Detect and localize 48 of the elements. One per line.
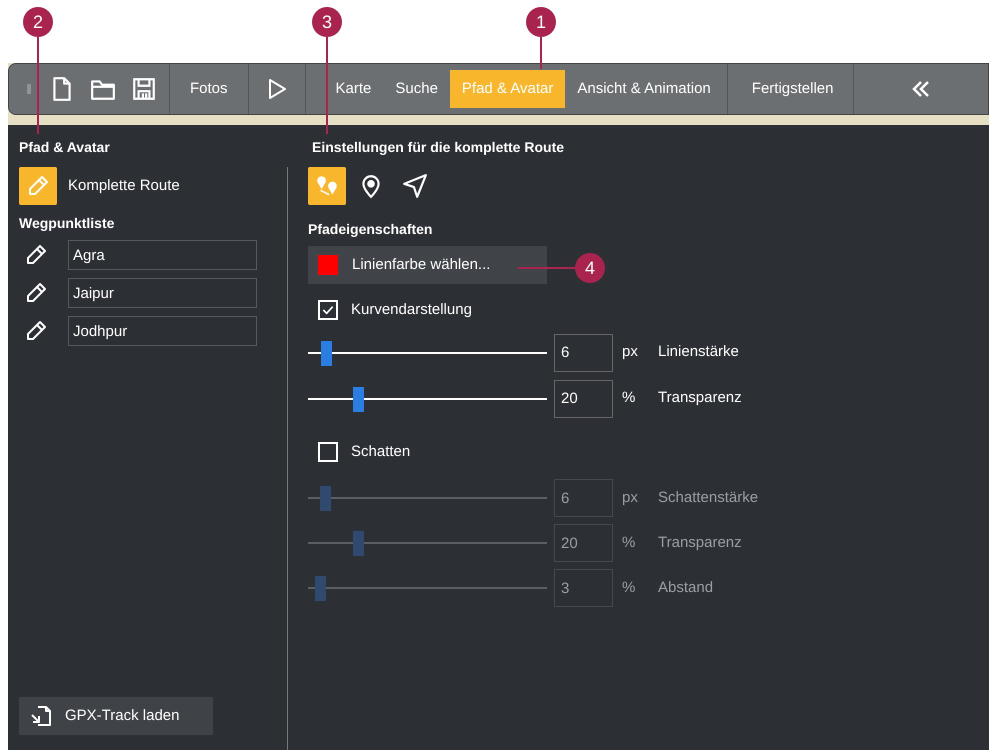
unit-label: %	[621, 578, 636, 598]
slider-label: Linienstärke	[658, 342, 739, 362]
save-icon[interactable]	[131, 76, 157, 102]
import-file-icon	[29, 704, 53, 728]
toolbar-tab[interactable]: Suche	[383, 70, 450, 108]
callout-marker: 2	[23, 7, 53, 37]
waypoint-field[interactable]: Agra	[68, 240, 257, 270]
leader-line	[540, 37, 542, 69]
leader-line	[518, 267, 575, 269]
waypoint-field[interactable]: Jaipur	[68, 278, 257, 308]
section-heading: Wegpunktliste	[19, 214, 116, 233]
checkbox[interactable]	[318, 442, 338, 462]
panel-title: Einstellungen für die komplette Route	[311, 138, 566, 157]
checkbox[interactable]	[318, 300, 338, 320]
panel-title: Pfad & Avatar	[19, 138, 111, 157]
fotos-button[interactable]: Fotos	[178, 70, 240, 108]
pencil-icon	[26, 174, 50, 198]
gpx-load-button[interactable]: GPX-Track laden	[19, 697, 213, 735]
slider[interactable]	[308, 483, 547, 513]
slider-label: Transparenz	[658, 388, 742, 408]
toolbar-tab[interactable]: Fertigstellen	[734, 70, 852, 108]
pencil-icon[interactable]	[24, 319, 48, 343]
line-color-button[interactable]: Linienfarbe wählen...	[308, 246, 547, 284]
navigation-arrow-icon	[402, 173, 428, 199]
toolbar-tab[interactable]: Karte	[324, 70, 384, 108]
slider-label: Abstand	[658, 578, 714, 598]
slider[interactable]	[308, 573, 547, 603]
section-heading: Pfadeigenschaften	[308, 220, 434, 239]
unit-label: px	[621, 488, 639, 508]
number-field[interactable]: 6	[554, 334, 613, 372]
slider[interactable]	[308, 528, 547, 558]
checkbox-label: Schatten	[351, 442, 410, 462]
slider-thumb[interactable]	[320, 340, 332, 366]
pencil-icon[interactable]	[24, 281, 48, 305]
callout-marker: 3	[312, 7, 342, 37]
checkbox-label: Kurvendarstellung	[351, 300, 472, 320]
waypoint-field[interactable]: Jodhpur	[68, 316, 257, 346]
toolbar-tab[interactable]: Ansicht & Animation	[565, 70, 723, 108]
unit-label: %	[621, 532, 636, 553]
unit-label: %	[621, 388, 636, 408]
pencil-icon[interactable]	[24, 243, 48, 267]
route-label: Komplette Route	[68, 176, 180, 196]
slider-label: Transparenz	[658, 532, 742, 553]
slider-label: Schattenstärke	[658, 488, 758, 508]
callout-marker: 1	[526, 7, 556, 37]
number-field[interactable]: 20	[554, 380, 613, 418]
unit-label: px	[621, 342, 639, 362]
slider-thumb[interactable]	[353, 386, 364, 412]
